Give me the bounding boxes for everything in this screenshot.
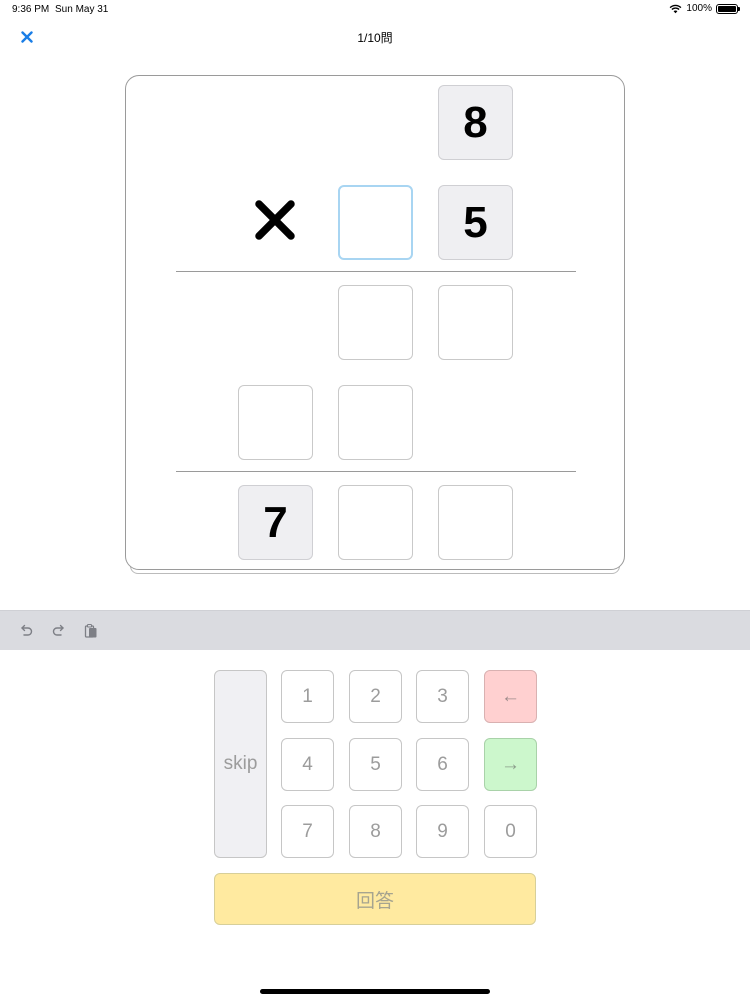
partial1-tens-cell[interactable] [338,285,413,360]
times-icon [255,200,295,240]
multiplier-digit-cell: 5 [438,185,513,260]
divider-line [176,271,576,272]
multiplicand-digit-cell: 8 [438,85,513,160]
page-title: 1/10問 [357,31,393,45]
key-4[interactable]: 4 [281,738,334,791]
partial1-ones-cell[interactable] [438,285,513,360]
divider-line [176,471,576,472]
partial2-tens-cell[interactable] [338,385,413,460]
forward-button[interactable]: → [484,738,537,791]
key-5[interactable]: 5 [349,738,402,791]
answer-button[interactable]: 回答 [214,873,536,925]
multiplier-tens-cell[interactable] [338,185,413,260]
battery-icon [716,3,740,14]
result-tens-cell[interactable] [338,485,413,560]
key-2[interactable]: 2 [349,670,402,723]
undo-icon[interactable] [15,620,37,642]
key-1[interactable]: 1 [281,670,334,723]
result-ones-cell[interactable] [438,485,513,560]
status-time: 9:36 PM [12,4,50,15]
key-7[interactable]: 7 [281,805,334,858]
key-3[interactable]: 3 [416,670,469,723]
redo-icon[interactable] [48,620,70,642]
skip-button[interactable]: skip [214,670,267,858]
key-9[interactable]: 9 [416,805,469,858]
status-indicators: 100% [669,3,740,14]
key-6[interactable]: 6 [416,738,469,791]
paste-icon[interactable] [80,620,102,642]
status-bar: 9:36 PM Sun May 31 100% [0,0,750,20]
key-0[interactable]: 0 [484,805,537,858]
status-date: Sun May 31 [55,4,109,15]
key-8[interactable]: 8 [349,805,402,858]
wifi-icon [670,4,682,13]
battery-percent: 100% [686,3,712,14]
home-indicator[interactable] [260,989,490,994]
backspace-button[interactable]: ← [484,670,537,723]
result-hundreds-cell: 7 [238,485,313,560]
partial2-hundreds-cell[interactable] [238,385,313,460]
puzzle-card: 8 5 7 [125,75,625,570]
input-toolbar [0,610,750,650]
